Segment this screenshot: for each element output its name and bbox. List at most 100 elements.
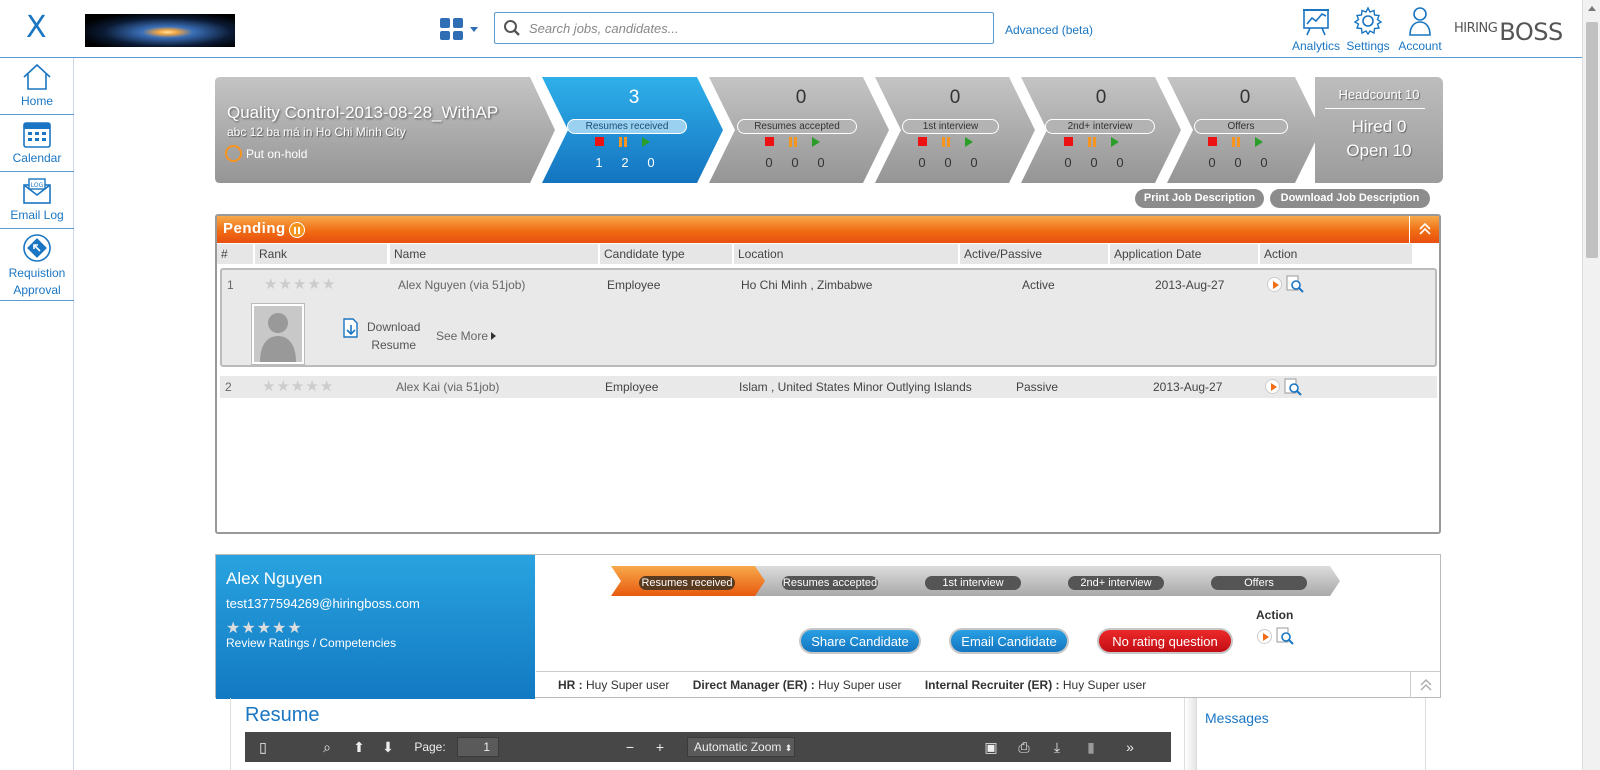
collapse-pending-button[interactable] bbox=[1409, 216, 1439, 243]
stage-status-counts: 0 0 0 bbox=[1063, 155, 1125, 170]
table-row[interactable]: 1 ★ ★ ★ ★ ★ Alex Nguyen (via 51job) Employee… bbox=[220, 268, 1437, 367]
play-icon[interactable] bbox=[642, 137, 650, 147]
play-icon[interactable] bbox=[1111, 137, 1119, 147]
view-document-icon[interactable] bbox=[1286, 275, 1304, 293]
search-input[interactable] bbox=[529, 17, 984, 39]
play-icon[interactable] bbox=[965, 137, 973, 147]
download-job-description-button[interactable]: Download Job Description bbox=[1270, 189, 1430, 208]
tools-chevron-icon[interactable]: » bbox=[1118, 732, 1142, 762]
scrollbar-thumb[interactable] bbox=[1586, 22, 1598, 258]
candidate-name[interactable]: Alex Kai bbox=[396, 380, 440, 394]
hr-label: HR : bbox=[558, 678, 583, 692]
page-number-input[interactable]: 1 bbox=[457, 737, 499, 757]
pause-icon[interactable] bbox=[788, 137, 798, 147]
vertical-scrollbar[interactable] bbox=[1582, 0, 1600, 770]
column-header-active-passive[interactable]: Active/Passive bbox=[960, 244, 1108, 264]
sidebar-item-requisition-approval[interactable]: Requistion Approval bbox=[0, 229, 74, 301]
candidate-name-cell[interactable]: Alex Nguyen (via 51job) bbox=[398, 278, 525, 292]
nav-account[interactable]: Account bbox=[1394, 5, 1446, 53]
mini-stage-resumes-accepted[interactable]: Resumes accepted bbox=[782, 576, 878, 590]
candidate-name-cell[interactable]: Alex Kai (via 51job) bbox=[396, 380, 499, 394]
pause-icon[interactable] bbox=[618, 137, 628, 147]
mini-stage-2nd-interview[interactable]: 2nd+ interview bbox=[1068, 576, 1164, 590]
pause-icon[interactable] bbox=[941, 137, 951, 147]
find-icon[interactable]: ⌕ bbox=[315, 732, 339, 762]
candidate-avatar bbox=[252, 304, 304, 364]
stage-resumes-accepted[interactable]: 0 Resumes accepted 0 0 0 bbox=[709, 77, 890, 183]
column-header-location[interactable]: Location bbox=[734, 244, 958, 264]
zoom-out-icon[interactable]: − bbox=[618, 732, 642, 762]
column-header-action[interactable]: Action bbox=[1260, 244, 1412, 264]
view-document-icon[interactable] bbox=[1284, 378, 1302, 396]
stop-icon[interactable] bbox=[765, 137, 774, 146]
bookmark-icon[interactable]: ▮ bbox=[1079, 732, 1103, 762]
share-candidate-button[interactable]: Share Candidate bbox=[799, 628, 921, 654]
mini-stage-1st-interview[interactable]: 1st interview bbox=[925, 576, 1021, 590]
sidebar-item-calendar[interactable]: Calendar bbox=[0, 115, 74, 172]
column-header-rank[interactable]: Rank bbox=[255, 244, 387, 264]
stop-icon[interactable] bbox=[918, 137, 927, 146]
next-page-icon[interactable]: ⬇ bbox=[376, 732, 400, 762]
scroll-up-arrow-icon[interactable] bbox=[1588, 6, 1596, 11]
column-header-application-date[interactable]: Application Date bbox=[1110, 244, 1258, 264]
nav-analytics[interactable]: Analytics bbox=[1290, 5, 1342, 53]
see-more-link[interactable]: See More bbox=[436, 329, 497, 343]
stop-icon[interactable] bbox=[1064, 137, 1073, 146]
download-icon[interactable] bbox=[342, 318, 360, 338]
mini-stage-resumes-received[interactable]: Resumes received bbox=[639, 576, 735, 590]
print-job-description-button[interactable]: Print Job Description bbox=[1135, 189, 1264, 208]
stage-2nd-interview[interactable]: 0 2nd+ interview 0 0 0 bbox=[1021, 77, 1182, 183]
candidate-detail-panel: Alex Nguyen test1377594269@hiringboss.co… bbox=[215, 554, 1441, 699]
candidate-name[interactable]: Alex Nguyen bbox=[398, 278, 466, 292]
sidebar-item-home[interactable]: Home bbox=[0, 58, 74, 115]
stage-1st-interview[interactable]: 0 1st interview 0 0 0 bbox=[875, 77, 1036, 183]
put-on-hold-button[interactable]: Put on-hold bbox=[225, 145, 307, 162]
candidate-source: (via 51job) bbox=[443, 380, 500, 394]
review-ratings-link[interactable]: Review Ratings / Competencies bbox=[226, 636, 396, 650]
nav-settings[interactable]: Settings bbox=[1342, 5, 1394, 53]
pause-icon[interactable] bbox=[1231, 137, 1241, 147]
job-summary: Quality Control-2013-08-28_WithAP abc 12… bbox=[215, 77, 557, 183]
download-icon[interactable]: ⤓ bbox=[1045, 732, 1069, 762]
sidebar-toggle-icon[interactable]: ▯ bbox=[251, 732, 275, 762]
candidate-rating-stars[interactable]: ★★★★★ bbox=[226, 618, 303, 638]
column-header-candidate-type[interactable]: Candidate type bbox=[600, 244, 732, 264]
messages-title[interactable]: Messages bbox=[1205, 710, 1269, 726]
pause-icon[interactable] bbox=[1087, 137, 1097, 147]
zoom-select[interactable]: Automatic Zoom ⬍ bbox=[687, 737, 795, 757]
candidate-email[interactable]: test1377594269@hiringboss.com bbox=[226, 596, 420, 611]
rank-stars[interactable]: ★ ★ ★ ★ ★ bbox=[264, 277, 335, 292]
no-rating-question-button[interactable]: No rating question bbox=[1097, 628, 1233, 654]
calendar-icon bbox=[23, 122, 51, 148]
stop-icon[interactable] bbox=[595, 137, 604, 146]
email-candidate-button[interactable]: Email Candidate bbox=[949, 628, 1069, 654]
view-document-icon[interactable] bbox=[1276, 627, 1294, 645]
column-header-number[interactable]: # bbox=[217, 244, 253, 264]
column-header-name[interactable]: Name bbox=[390, 244, 598, 264]
play-icon[interactable] bbox=[812, 137, 820, 147]
gear-icon bbox=[1353, 6, 1383, 36]
stage-offers[interactable]: 0 Offers 0 0 0 bbox=[1167, 77, 1322, 183]
rank-stars[interactable]: ★ ★ ★ ★ ★ bbox=[262, 379, 333, 394]
table-row[interactable]: 2 ★ ★ ★ ★ ★ Alex Kai (via 51job) Employee Is… bbox=[220, 376, 1437, 398]
previous-page-icon[interactable]: ⬆ bbox=[347, 732, 371, 762]
stop-icon[interactable] bbox=[1208, 137, 1217, 146]
print-icon[interactable]: ⎙ bbox=[1012, 732, 1036, 762]
download-resume-link[interactable]: Download Resume bbox=[367, 318, 420, 354]
stage-status-counts: 0 0 0 bbox=[1207, 155, 1269, 170]
advanced-search-link[interactable]: Advanced (beta) bbox=[1005, 23, 1093, 37]
sidebar-item-email-log[interactable]: LOG Email Log bbox=[0, 172, 74, 229]
collapse-candidate-button[interactable] bbox=[1410, 671, 1440, 698]
apps-menu-button[interactable] bbox=[440, 18, 482, 42]
zoom-in-icon[interactable]: + bbox=[648, 732, 672, 762]
menu-close-button[interactable]: X bbox=[26, 10, 47, 45]
analytics-icon bbox=[1303, 9, 1329, 36]
open-file-icon[interactable]: ▣ bbox=[979, 732, 1003, 762]
mini-stage-offers[interactable]: Offers bbox=[1211, 576, 1307, 590]
advance-play-icon[interactable] bbox=[1267, 277, 1282, 292]
play-icon[interactable] bbox=[1255, 137, 1263, 147]
internal-recruiter-contact: Internal Recruiter (ER) : Huy Super user bbox=[925, 678, 1146, 692]
advance-play-icon[interactable] bbox=[1257, 629, 1272, 644]
advance-play-icon[interactable] bbox=[1265, 379, 1280, 394]
stage-resumes-received[interactable]: 3 Resumes received 1 2 0 bbox=[542, 77, 725, 183]
